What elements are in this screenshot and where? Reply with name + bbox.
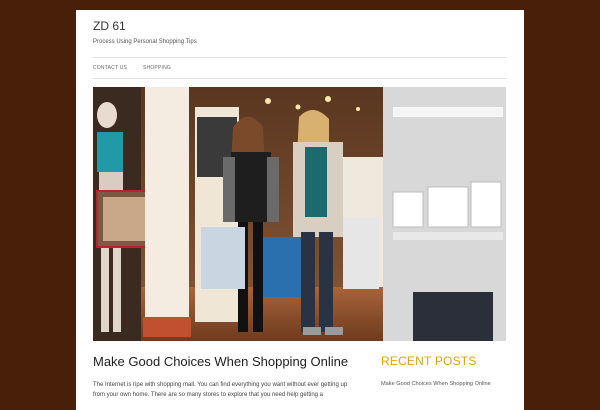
post-title[interactable]: Make Good Choices When Shopping Online bbox=[93, 354, 348, 369]
nav-item-shopping[interactable]: SHOPPING bbox=[143, 65, 171, 71]
site-title[interactable]: ZD 61 bbox=[93, 19, 126, 33]
main-navigation: CONTACT US SHOPPING bbox=[93, 57, 506, 79]
page-container: ZD 61 Process Using Personal Shopping Ti… bbox=[76, 10, 524, 410]
post-excerpt: The Internet is ripe with shopping mall.… bbox=[93, 382, 348, 398]
hero-image bbox=[93, 87, 506, 341]
recent-posts-heading: RECENT POSTS bbox=[381, 354, 477, 368]
site-description: Process Using Personal Shopping Tips bbox=[93, 39, 197, 45]
recent-post-link[interactable]: Make Good Choices When Shopping Online bbox=[381, 381, 491, 387]
nav-item-contact-us[interactable]: CONTACT US bbox=[93, 65, 127, 71]
